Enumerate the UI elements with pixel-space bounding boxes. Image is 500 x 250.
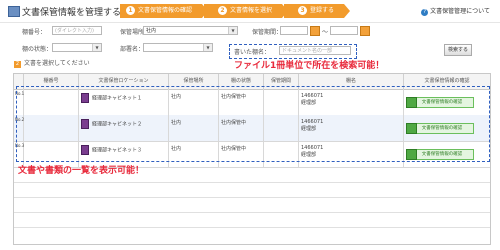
status-label: 棚の状態：	[22, 46, 53, 53]
table-row-empty	[14, 197, 490, 213]
table-row-empty	[14, 182, 490, 198]
search-button[interactable]: 検索する	[444, 44, 472, 56]
chevron-down-icon: ▼	[228, 27, 237, 34]
doc-no-label: 棚番号：	[22, 29, 47, 36]
step-progress: 1 文書保管情報の確認 2 文書情報を選択 3 登録する	[120, 4, 351, 18]
document-icon	[8, 6, 20, 17]
table-row-empty	[14, 227, 490, 242]
step-2: 2 文書情報を選択	[204, 4, 289, 18]
help-link[interactable]: ? 文書保管管理について	[421, 6, 490, 16]
calendar-icon[interactable]	[360, 26, 370, 36]
doc-no-input[interactable]: (ダイレクト入力)	[52, 26, 102, 35]
chevron-down-icon: ▼	[203, 44, 212, 51]
table-highlight	[16, 86, 490, 162]
step-1: 1 文書保管情報の確認	[120, 4, 209, 18]
question-icon: ?	[421, 9, 429, 16]
top-bar: 文書保管情報を管理する 1 文書保管情報の確認 2 文書情報を選択 3 登録する ? 文…	[0, 0, 500, 23]
dept-select[interactable]: ▼	[143, 43, 213, 52]
date-from-input[interactable]	[280, 26, 308, 35]
date-to-input[interactable]	[330, 26, 358, 35]
keyword-label: 書いた棚名：	[234, 49, 271, 56]
chevron-down-icon: ▼	[92, 44, 101, 51]
date-separator: ～	[322, 29, 329, 36]
calendar-icon[interactable]	[310, 26, 320, 36]
callout-search: ファイル1冊単位で所在を検索可能！	[234, 61, 385, 71]
page-title: 文書保管情報を管理する	[22, 8, 122, 18]
step-3: 3 登録する	[284, 4, 351, 18]
keyword-input[interactable]: ドキュメント名の一部	[279, 46, 351, 55]
table-row-empty	[14, 212, 490, 228]
date-label: 保管期間：	[252, 29, 283, 36]
dept-label: 部署名：	[120, 46, 145, 53]
status-select[interactable]: ▼	[52, 43, 102, 52]
select-instruction: 2 文書を選択してください	[14, 60, 90, 68]
callout-list: 文書や書類の一覧を表示可能！	[18, 166, 145, 176]
location-select[interactable]: 社内 ▼	[143, 26, 238, 35]
